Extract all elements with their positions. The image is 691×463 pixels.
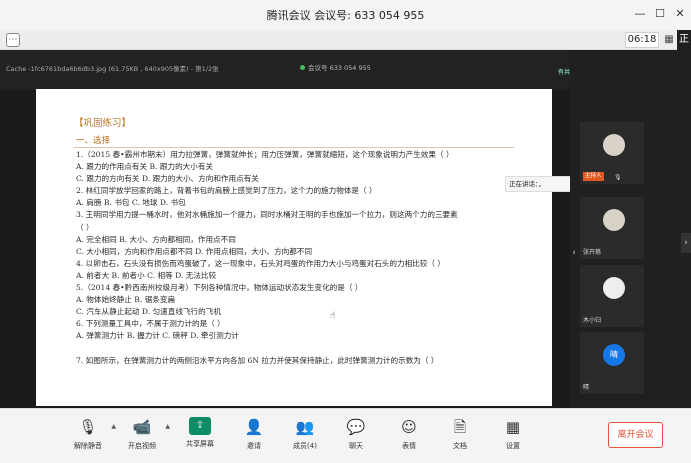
chat-icon: 💬	[346, 418, 366, 436]
title-bar: 腾讯会议 会议号: 633 054 955 — ☐ ✕	[0, 0, 691, 30]
avatar	[603, 134, 625, 156]
image-viewer-bar: Cache -1fc6761bda6b6db3.jpg (61.75KB , 6…	[0, 50, 588, 90]
chevron-up-icon[interactable]: ▲	[165, 423, 170, 430]
question-line: 3. 王明同学用力提一桶水时，他对水桶施加一个提力，同时水桶对王明的手也施加一个…	[76, 210, 458, 220]
question-line: A. 跟力的作用点有关 B. 跟力的大小有关	[76, 162, 214, 172]
start-video-label: 开启视频	[128, 442, 156, 450]
camera-icon: 📹	[132, 418, 152, 436]
question-line: A. 物体始终静止 B. 锯条变扁	[76, 295, 176, 305]
unmute-button[interactable]: 🎙 解除静音 ▲	[64, 415, 116, 461]
section-divider	[74, 147, 514, 148]
settings-grid-icon: ▦	[505, 418, 521, 436]
start-video-button[interactable]: 📹 开启视频 ▲	[118, 415, 170, 461]
participant-tile[interactable]: 晴 晴	[580, 332, 644, 394]
info-icon[interactable]: ⋯	[6, 33, 20, 47]
participant-name: 晴	[583, 384, 590, 391]
settings-button[interactable]: ▦ 设置	[489, 415, 537, 461]
docs-label: 文档	[453, 442, 467, 450]
mic-muted-icon: 🎙	[78, 418, 98, 436]
share-screen-label: 共享屏幕	[186, 440, 214, 448]
chevron-up-icon[interactable]: ▲	[111, 423, 116, 430]
share-screen-icon: ⇪	[189, 417, 211, 435]
emoji-button[interactable]: ☺ 表情	[385, 415, 433, 461]
add-user-icon: 👤	[244, 418, 264, 436]
question-line: C. 大小相同，方向和作用点都不同 D. 作用点相同，大小、方向都不同	[76, 246, 313, 256]
maximize-icon[interactable]: ☐	[651, 5, 669, 23]
minimize-icon[interactable]: —	[631, 5, 649, 23]
question-line: A. 肩膀 B. 书包 C. 地球 D. 书包	[76, 198, 186, 208]
question-line: 5.（2014 春•黔西南州校级月考）下列各种情况中，物体运动状态发生变化的是（…	[76, 283, 363, 293]
document-page: 【巩固练习】 一、选择 1.（2015 春•霸州市期末）用力拉弹簧，弹簧就伸长；…	[36, 89, 552, 406]
smiley-icon: ☺	[401, 418, 417, 436]
grid-icon[interactable]: ▦	[663, 33, 675, 47]
question-line: 2. 林红同学放学回家的路上，背着书包的肩膀上感觉到了压力，这个力的施力物体是（…	[76, 186, 377, 196]
meeting-window: 腾讯会议 会议号: 633 054 955 — ☐ ✕ ⋯ 06:18 ▦ 正在…	[0, 0, 691, 463]
meeting-timer: 06:18	[625, 32, 659, 48]
participant-panel: ‹ › 主持人 🎙 张开慈 木小归 晴 晴	[570, 50, 691, 408]
chevron-right-icon[interactable]: ›	[681, 233, 691, 253]
document-icon: 🗎	[453, 418, 467, 436]
question-line: 7. 如图所示，在弹簧测力计的两侧沿水平方向各加 6N 拉力并使其保持静止，此时…	[76, 355, 439, 365]
question-line: A. 完全相同 B. 大小、方向都相同，作用点不同	[76, 234, 236, 244]
question-list: 1.（2015 春•霸州市期末）用力拉弹簧，弹簧就伸长；用力压弹簧，弹簧就缩短，…	[76, 149, 546, 367]
members-label: 成员(4)	[293, 442, 317, 450]
share-screen-button[interactable]: ⇪ 共享屏幕	[176, 415, 224, 461]
members-button[interactable]: 👥 成员(4)	[281, 415, 329, 461]
question-line: C. 汽车从静止起动 D. 匀速直线飞行的飞机	[76, 307, 221, 317]
emoji-label: 表情	[402, 442, 416, 450]
chevron-left-icon[interactable]: ‹	[570, 248, 578, 262]
members-icon: 👥	[295, 418, 315, 436]
chat-label: 聊天	[349, 442, 363, 450]
meeting-number-text: 会议号 633 054 955	[308, 64, 371, 72]
participant-tile[interactable]: 张开慈	[580, 197, 644, 259]
meeting-toolbar: ⋯ 06:18 ▦ 正在	[0, 30, 691, 50]
host-badge: 主持人	[583, 172, 604, 181]
hand-cursor-icon: ☝	[330, 311, 336, 321]
question-line: 6. 下列测量工具中，不属于测力计的是（ ）	[76, 319, 225, 329]
leave-meeting-button[interactable]: 离开会议	[608, 422, 663, 448]
avatar: 晴	[603, 344, 625, 366]
question-line: A. 弹簧测力计 B. 握力计 C. 磅秤 D. 牵引测力计	[76, 331, 239, 341]
window-title: 腾讯会议 会议号: 633 054 955	[266, 9, 425, 22]
close-icon[interactable]: ✕	[671, 5, 689, 23]
shared-screen-area: Cache -1fc6761bda6b6db3.jpg (61.75KB , 6…	[0, 50, 691, 408]
participant-name: 张开慈	[583, 249, 602, 256]
chat-button[interactable]: 💬 聊天	[332, 415, 380, 461]
avatar	[603, 209, 625, 231]
meeting-number-tag: 会议号 633 054 955	[300, 62, 371, 72]
question-line: （ ）	[76, 222, 94, 232]
control-bar: 🎙 解除静音 ▲ 📹 开启视频 ▲ ⇪ 共享屏幕 👤 邀请 👥 成员(4) 💬 …	[0, 408, 691, 463]
viewer-file-title: Cache -1fc6761bda6b6db3.jpg (61.75KB , 6…	[6, 65, 219, 73]
sharing-status[interactable]: 正在	[677, 30, 691, 50]
question-line	[76, 343, 546, 355]
question-line: 1.（2015 春•霸州市期末）用力拉弹簧，弹簧就伸长；用力压弹簧，弹簧就缩短，…	[76, 150, 454, 159]
avatar	[603, 277, 625, 299]
participant-tile[interactable]: 木小归	[580, 265, 644, 327]
recording-dot-icon	[300, 65, 305, 70]
invite-button[interactable]: 👤 邀请	[230, 415, 278, 461]
section-title: 【巩固练习】	[74, 118, 132, 129]
unmute-label: 解除静音	[74, 442, 102, 450]
settings-label: 设置	[506, 442, 520, 450]
docs-button[interactable]: 🗎 文档	[436, 415, 484, 461]
question-line: A. 前者大 B. 前者小 C. 相等 D. 无法比较	[76, 270, 217, 280]
invite-label: 邀请	[247, 442, 261, 450]
participant-name: 木小归	[583, 317, 602, 324]
question-line: 4. 以卵击石，石头没有损伤而鸡蛋破了，这一现象中，石头对鸡蛋的作用力大小与鸡蛋…	[76, 258, 445, 268]
question-line: C. 跟力的方向有关 D. 跟力的大小、方向和作用点有关	[76, 174, 259, 184]
section-subtitle: 一、选择	[76, 136, 111, 146]
mic-icon: 🎙	[614, 174, 622, 181]
participant-tile[interactable]: 主持人 🎙	[580, 122, 644, 184]
